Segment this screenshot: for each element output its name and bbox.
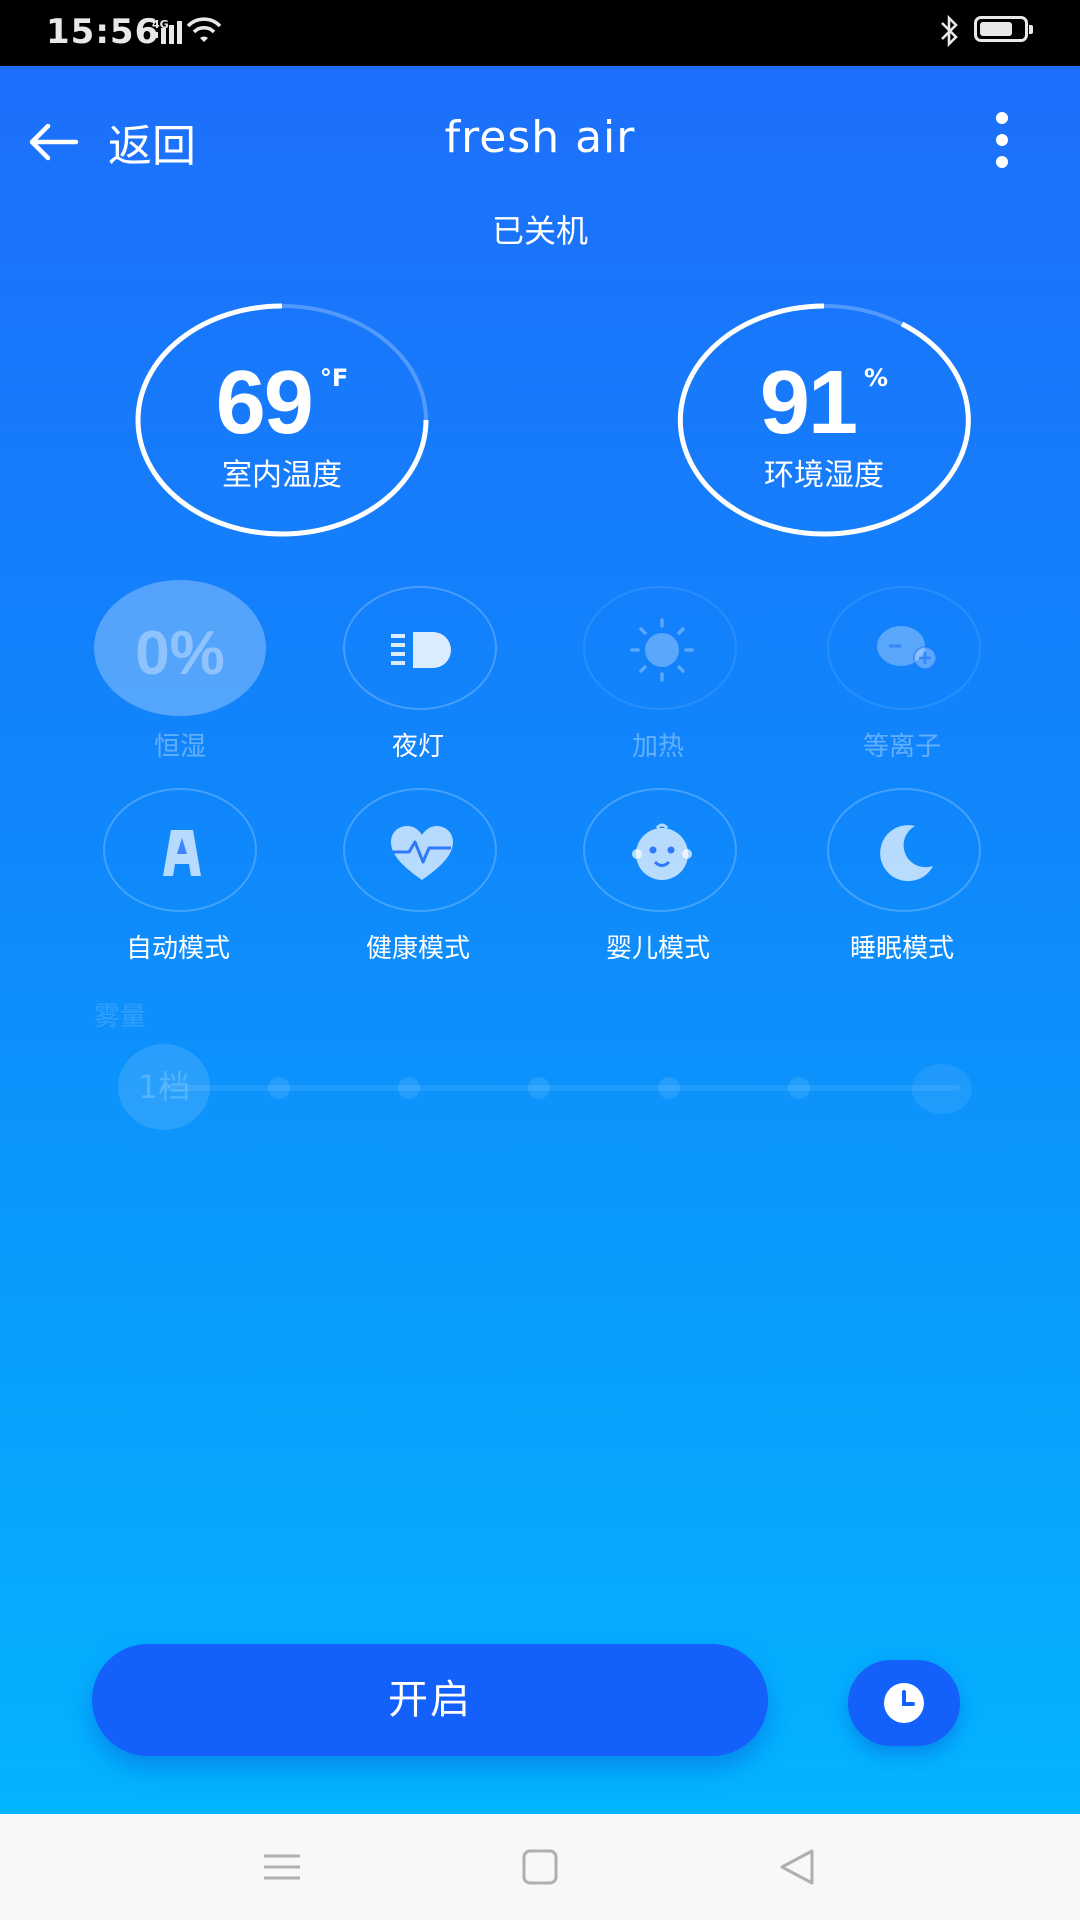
heating-circle (583, 586, 737, 710)
constant-humidity-circle: 0% (94, 580, 266, 716)
sun-icon (630, 618, 694, 682)
night-light-circle (343, 586, 497, 710)
constant-humidity-button[interactable]: 0% 恒湿 (60, 580, 300, 762)
heating-button[interactable]: 加热 (538, 586, 778, 762)
more-dot-icon (996, 112, 1008, 124)
battery-fill (980, 22, 1012, 36)
device-status: 已关机 (491, 212, 588, 250)
clock-icon (884, 1683, 924, 1723)
back-triangle-icon (780, 1849, 814, 1885)
function-label: 健康模式 (365, 934, 470, 964)
page-title: fresh air (444, 112, 636, 163)
status-time: 15:56 (46, 12, 160, 52)
baby-face-icon (632, 823, 692, 880)
humidity-value: 91 (759, 353, 858, 453)
plasma-icon (877, 626, 937, 670)
system-nav-bar (0, 1814, 1080, 1920)
function-label: 等离子 (862, 732, 941, 762)
humidity-gauge: 91% 环境湿度 (674, 300, 974, 540)
function-label: 加热 (631, 732, 684, 762)
mist-slider-knob[interactable]: 1档 (118, 1044, 210, 1130)
percent-icon: 0% (135, 619, 225, 688)
nav-back-button[interactable] (768, 1842, 828, 1892)
function-label: 自动模式 (125, 934, 230, 964)
baby-mode-circle (583, 788, 737, 912)
heart-pulse-icon (391, 826, 453, 880)
night-light-icon (391, 632, 451, 668)
night-light-button[interactable]: 夜灯 (298, 586, 538, 762)
timer-button[interactable] (848, 1660, 960, 1746)
health-mode-button[interactable]: 健康模式 (298, 788, 538, 964)
sleep-mode-button[interactable]: 睡眠模式 (782, 788, 1022, 964)
humidity-label: 环境湿度 (764, 458, 884, 493)
more-dot-icon (996, 156, 1008, 168)
nav-menu-button[interactable] (252, 1842, 312, 1892)
health-mode-circle (343, 788, 497, 912)
auto-mode-button[interactable]: 自动模式 (58, 788, 298, 964)
home-square-icon (522, 1849, 558, 1885)
power-on-button[interactable]: 开启 (92, 1644, 768, 1756)
more-dot-icon (996, 134, 1008, 146)
auto-a-icon (163, 830, 201, 876)
signal-icon: 4G (152, 17, 222, 44)
function-label: 睡眠模式 (849, 934, 954, 964)
mist-level-dot (398, 1077, 420, 1099)
app-screen: 15:56 4G 返回 fresh air 已关机 69 °F 室内温度 91 … (0, 0, 1080, 1920)
temperature-value-group: 69 °F (132, 352, 432, 455)
temperature-gauge: 69 °F 室内温度 (132, 300, 432, 540)
mist-level-end (912, 1064, 972, 1114)
menu-icon (264, 1854, 300, 1880)
temperature-value: 69 (215, 353, 314, 453)
auto-mode-circle (103, 788, 257, 912)
percent-display: 0% (135, 619, 225, 688)
humidity-unit: % (864, 364, 889, 392)
temperature-label: 室内温度 (222, 458, 342, 493)
function-label: 恒湿 (153, 732, 206, 762)
mist-level-dot (788, 1077, 810, 1099)
function-label: 夜灯 (391, 732, 444, 762)
humidity-value-group: 91% (674, 352, 974, 455)
more-options-button[interactable] (984, 106, 1020, 176)
plasma-circle (827, 586, 981, 710)
temperature-unit: °F (319, 364, 349, 392)
battery-icon (974, 16, 1033, 42)
mist-level-dot (268, 1077, 290, 1099)
moon-icon (880, 825, 933, 882)
function-label: 婴儿模式 (605, 934, 710, 964)
app-content: 返回 fresh air 已关机 69 °F 室内温度 91 % 环境湿度 0%… (0, 66, 1080, 1814)
svg-text:4G: 4G (152, 18, 169, 31)
mist-level-dot (528, 1077, 550, 1099)
nav-home-button[interactable] (510, 1842, 570, 1892)
plasma-button[interactable]: 等离子 (782, 586, 1022, 762)
bluetooth-icon (941, 14, 958, 48)
sleep-mode-circle (827, 788, 981, 912)
mist-level-dot (658, 1077, 680, 1099)
status-bar: 15:56 4G (0, 0, 1080, 66)
baby-mode-button[interactable]: 婴儿模式 (538, 788, 778, 964)
mist-label: 雾量 (94, 1002, 147, 1032)
